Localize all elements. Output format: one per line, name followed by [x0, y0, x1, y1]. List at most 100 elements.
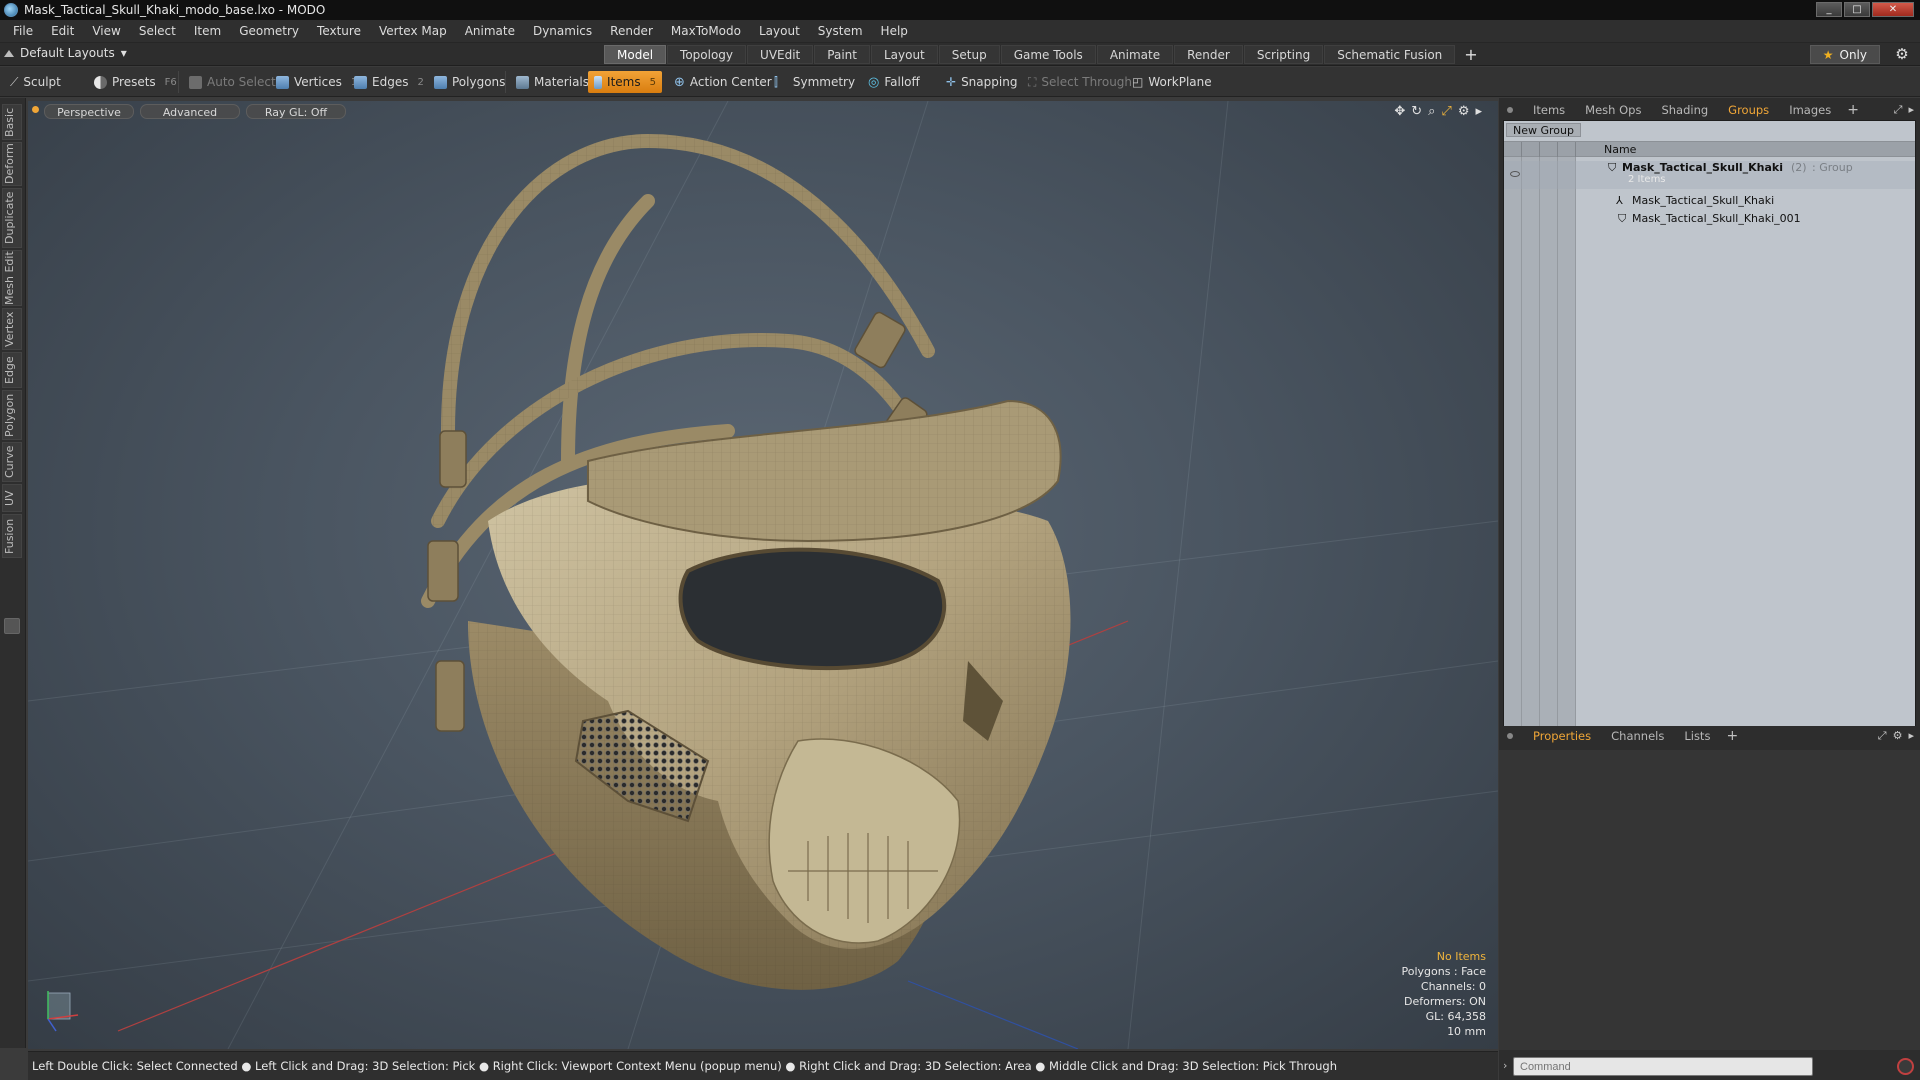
snapping-button[interactable]: ✛ Snapping — [940, 71, 1023, 93]
sidetab-vertex[interactable]: Vertex — [2, 308, 22, 350]
command-input[interactable] — [1513, 1057, 1813, 1076]
tab-layout[interactable]: Layout — [870, 45, 938, 64]
raygl-button[interactable]: Ray GL: Off — [246, 104, 346, 119]
viewport-settings-icon[interactable]: ⚙ — [1458, 104, 1470, 119]
move-view-icon[interactable]: ✥ — [1394, 104, 1405, 119]
sidetab-uv[interactable]: UV — [2, 484, 22, 512]
panel-arrow-icon[interactable]: ▸ — [1908, 729, 1914, 743]
chevron-down-icon: ▾ — [120, 46, 127, 60]
tab-animate[interactable]: Animate — [1096, 45, 1174, 64]
only-button[interactable]: ★ Only — [1809, 45, 1880, 64]
tab-images[interactable]: Images — [1779, 100, 1841, 120]
sidetab-polygon[interactable]: Polygon — [2, 390, 22, 440]
layout-selector[interactable]: Default Layouts ▾ — [4, 46, 127, 60]
new-group-button[interactable]: New Group — [1506, 123, 1581, 137]
visibility-column-header[interactable] — [1504, 142, 1522, 157]
tab-channels[interactable]: Channels — [1601, 726, 1674, 746]
tab-scripting[interactable]: Scripting — [1243, 45, 1324, 64]
menu-help[interactable]: Help — [872, 20, 917, 43]
panel-menu-dot-icon[interactable] — [1507, 107, 1513, 113]
polygons-button[interactable]: Polygons — [428, 71, 511, 93]
command-history-button[interactable] — [1897, 1058, 1914, 1075]
tab-properties[interactable]: Properties — [1523, 726, 1601, 746]
rotate-view-icon[interactable]: ↻ — [1411, 104, 1422, 119]
list-item[interactable]: ⛉ Mask_Tactical_Skull_Khaki_001 — [1504, 211, 1915, 227]
tab-lists[interactable]: Lists — [1674, 726, 1720, 746]
tab-game-tools[interactable]: Game Tools — [1000, 45, 1096, 64]
maximize-panel-icon[interactable]: ⤢ — [1894, 103, 1903, 117]
render-column-header[interactable] — [1522, 142, 1540, 157]
tab-setup[interactable]: Setup — [938, 45, 1000, 64]
menu-animate[interactable]: Animate — [456, 20, 524, 43]
sidetab-curve[interactable]: Curve — [2, 442, 22, 482]
sculpt-button[interactable]: ⟋ Sculpt — [4, 71, 67, 93]
fit-view-icon[interactable]: ⤢ — [1441, 104, 1451, 119]
minimize-button[interactable]: _ — [1816, 2, 1842, 17]
tab-shading[interactable]: Shading — [1651, 100, 1718, 120]
visibility-column — [1504, 157, 1522, 741]
menu-file[interactable]: File — [4, 20, 42, 43]
select-column-header[interactable] — [1558, 142, 1576, 157]
menu-maxtomodo[interactable]: MaxToModo — [662, 20, 750, 43]
group-row[interactable]: ⛉ Mask_Tactical_Skull_Khaki (2) : Group … — [1504, 161, 1915, 189]
zoom-view-icon[interactable]: ⌕ — [1428, 104, 1435, 119]
tab-paint[interactable]: Paint — [814, 45, 870, 64]
sidetab-fusion[interactable]: Fusion — [2, 514, 22, 558]
view-mode-button[interactable]: Perspective — [44, 104, 134, 119]
tab-items[interactable]: Items — [1523, 100, 1575, 120]
sidetab-edge[interactable]: Edge — [2, 352, 22, 388]
shading-mode-button[interactable]: Advanced — [140, 104, 240, 119]
menu-layout[interactable]: Layout — [750, 20, 809, 43]
falloff-button[interactable]: ◎ Falloff — [862, 71, 926, 93]
workplane-button[interactable]: ◰ WorkPlane — [1126, 71, 1218, 93]
viewport-menu-dot-icon[interactable] — [32, 106, 39, 113]
add-panel-tab-plus-icon[interactable]: + — [1720, 728, 1744, 744]
menu-select[interactable]: Select — [130, 20, 185, 43]
select-through-button[interactable]: ⛶ Select Through — [1022, 71, 1138, 93]
viewport-expand-icon[interactable]: ▸ — [1475, 104, 1482, 119]
add-tab-plus-icon[interactable]: + — [1456, 45, 1485, 64]
maximize-panel-icon[interactable]: ⤢ — [1878, 729, 1887, 743]
panel-settings-icon[interactable]: ⚙ — [1893, 729, 1903, 743]
menu-render[interactable]: Render — [601, 20, 662, 43]
symmetry-button[interactable]: ⫿ Symmetry — [768, 71, 861, 93]
materials-button[interactable]: Materials — [510, 71, 595, 93]
items-cube-icon — [594, 75, 603, 89]
sidetab-mesh-edit[interactable]: Mesh Edit — [2, 250, 22, 306]
panel-arrow-icon[interactable]: ▸ — [1908, 103, 1914, 117]
menu-dynamics[interactable]: Dynamics — [524, 20, 601, 43]
3d-viewport[interactable]: Perspective Advanced Ray GL: Off ✥ ↻ ⌕ ⤢… — [28, 101, 1498, 1049]
tab-groups[interactable]: Groups — [1718, 100, 1779, 120]
tab-uvedit[interactable]: UVEdit — [747, 45, 814, 64]
sidetab-duplicate[interactable]: Duplicate — [2, 188, 22, 248]
sidetab-basic[interactable]: Basic — [2, 104, 22, 140]
menu-texture[interactable]: Texture — [308, 20, 370, 43]
maximize-button[interactable]: □ — [1844, 2, 1870, 17]
name-column-header[interactable]: Name — [1604, 143, 1636, 156]
add-panel-tab-plus-icon[interactable]: + — [1841, 102, 1865, 118]
tab-render[interactable]: Render — [1174, 45, 1243, 64]
auto-select-button[interactable]: Auto Select — [183, 71, 282, 93]
menu-item[interactable]: Item — [185, 20, 230, 43]
edges-button[interactable]: Edges 2 — [348, 71, 430, 93]
tab-schematic-fusion[interactable]: Schematic Fusion — [1324, 45, 1456, 64]
lock-column-header[interactable] — [1540, 142, 1558, 157]
sidetab-deform[interactable]: Deform — [2, 142, 22, 186]
presets-button[interactable]: Presets F6 — [88, 71, 183, 93]
list-item[interactable]: ⅄ Mask_Tactical_Skull_Khaki — [1504, 193, 1915, 209]
menu-vertex-map[interactable]: Vertex Map — [370, 20, 456, 43]
tab-topology[interactable]: Topology — [667, 45, 747, 64]
gear-icon[interactable]: ⚙ — [1892, 45, 1912, 64]
action-center-button[interactable]: ⊕ Action Center — [668, 71, 778, 93]
strip-toggle-button[interactable] — [4, 618, 20, 634]
items-button[interactable]: Items 5 — [588, 71, 662, 93]
tab-model[interactable]: Model — [604, 45, 667, 64]
tab-mesh-ops[interactable]: Mesh Ops — [1575, 100, 1651, 120]
menu-system[interactable]: System — [809, 20, 872, 43]
menu-edit[interactable]: Edit — [42, 20, 83, 43]
panel-menu-dot-icon[interactable] — [1507, 733, 1513, 739]
menu-geometry[interactable]: Geometry — [230, 20, 308, 43]
eye-icon[interactable] — [1510, 171, 1520, 177]
close-button[interactable]: ✕ — [1872, 2, 1914, 17]
menu-view[interactable]: View — [83, 20, 129, 43]
